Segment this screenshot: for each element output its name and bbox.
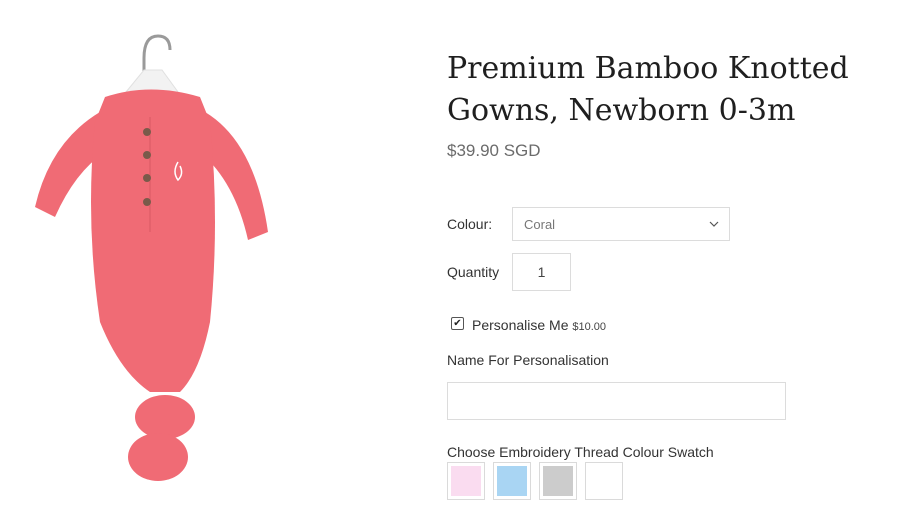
gown-knot: [135, 395, 195, 439]
swatch-grey-fill: [543, 466, 573, 496]
gown-button: [143, 198, 151, 206]
personalise-price: $10.00: [572, 321, 607, 333]
product-image: [35, 34, 268, 481]
swatch-white[interactable]: [585, 462, 623, 500]
personalise-label: Personalise Me $10.00: [472, 317, 606, 333]
personalise-checkbox[interactable]: ✔: [451, 317, 464, 330]
gown-button: [143, 174, 151, 182]
colour-select[interactable]: Coral: [512, 207, 730, 241]
gown-button: [143, 128, 151, 136]
swatch-pink[interactable]: [447, 462, 485, 500]
swatch-white-fill: [589, 466, 619, 496]
colour-select-value: Coral: [524, 216, 556, 232]
name-personalisation-input[interactable]: [447, 382, 786, 420]
product-title: Premium Bamboo Knotted Gowns, Newborn 0-…: [447, 51, 849, 128]
swatch-blue[interactable]: [493, 462, 531, 500]
swatch-pink-fill: [451, 466, 481, 496]
chevron-down-icon: [709, 221, 719, 227]
gown-body: [91, 89, 215, 392]
hanger-tag: [124, 69, 179, 93]
swatch-blue-fill: [497, 466, 527, 496]
swatch-grey[interactable]: [539, 462, 577, 500]
gown-button: [143, 151, 151, 159]
hanger-hook: [142, 34, 172, 72]
quantity-input[interactable]: 1: [512, 253, 571, 291]
quantity-label: Quantity: [447, 264, 500, 280]
product-price: $39.90 SGD: [447, 141, 541, 160]
personalise-label-text: Personalise Me: [472, 317, 569, 333]
swatch-label: Choose Embroidery Thread Colour Swatch: [447, 444, 714, 460]
name-personalisation-label: Name For Personalisation: [447, 352, 609, 368]
colour-label: Colour:: [447, 216, 493, 232]
